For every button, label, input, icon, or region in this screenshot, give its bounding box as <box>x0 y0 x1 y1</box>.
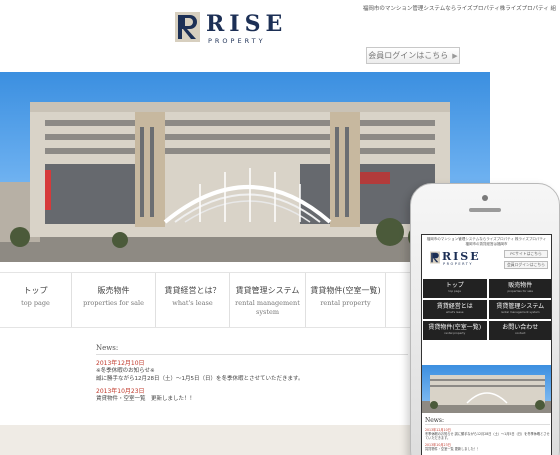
mobile-news-text[interactable]: 賃貸物件・空室一覧 更新しました！！ <box>425 447 550 451</box>
news-section: News: 2013年12月10日 ※冬季休暇のお知らせ※ 誠に勝手ながら12月… <box>96 344 408 403</box>
member-login-label: 会員ログインはこちら <box>368 51 449 60</box>
rise-logo-icon <box>430 251 440 264</box>
mobile-logo[interactable]: RISE PROPERTY <box>430 250 490 270</box>
mobile-menu-contact[interactable]: お問い合わせ contact <box>488 321 551 340</box>
footer-band <box>0 425 420 455</box>
news-line: ※冬季休暇のお知らせ※ <box>96 368 155 374</box>
speaker-icon <box>469 208 501 212</box>
mobile-login-button[interactable]: 会員ログインはこちら <box>504 261 548 269</box>
nav-item-sub: top page <box>21 299 50 307</box>
mobile-menu-sale[interactable]: 販売物件 properties for sale <box>488 279 551 298</box>
nav-item-label: 賃貸経営とは？ <box>164 286 221 295</box>
mobile-news-heading: News: <box>425 417 550 425</box>
mobile-station-illustration <box>422 375 551 413</box>
nav-item-sub: properties for sale <box>83 299 144 307</box>
mobile-menu-sub: what's lease <box>446 310 464 314</box>
mobile-menu-sub: contact <box>515 331 526 335</box>
mobile-menu-sub: top page <box>448 289 461 293</box>
news-line[interactable]: 賃貸物件・空室一覧 更新しました！！ <box>96 395 408 403</box>
mobile-tagline: 福岡市のマンション管理システムならライズプロパティ 株ライズプロパティ 福岡市の… <box>426 237 547 246</box>
play-arrow-icon: ▶ <box>452 51 458 60</box>
rise-logo-icon <box>175 12 200 42</box>
nav-item-sub: rental management system <box>235 299 300 316</box>
news-date: 2013年12月10日 <box>96 360 145 367</box>
mobile-news: News: 2013年12月10日 冬季休暇のお知らせ 誠に勝手ながら12月28… <box>422 417 551 451</box>
news-date: 2013年10月23日 <box>96 388 145 395</box>
pc-site-button[interactable]: PCサイトはこちら <box>504 250 548 258</box>
mobile-menu-sub: properties for sale <box>507 289 534 293</box>
mobile-menu-sub: rental management system <box>500 310 540 314</box>
nav-item-label: 賃貸物件(空室一覧) <box>310 286 381 295</box>
mobile-logo-sub: PROPERTY <box>443 262 474 266</box>
site-logo[interactable]: RISE PROPERTY <box>175 12 325 46</box>
nav-item-lease[interactable]: 賃貸経営とは？ what's lease <box>156 273 230 327</box>
nav-item-label: トップ <box>23 286 48 295</box>
news-heading: News: <box>96 344 408 355</box>
nav-item-label: 賃貸管理システム <box>235 286 300 295</box>
news-line: 誠に勝手ながら12月28日（土）～1月5日（日）を冬季休暇とさせていただきます。 <box>96 376 304 382</box>
site-tagline: 福岡市のマンション管理システムならライズプロパティ株ライズプロパティ 組 <box>362 6 556 12</box>
smartphone-mockup: 福岡市のマンション管理システムならライズプロパティ 株ライズプロパティ 福岡市の… <box>410 183 560 455</box>
nav-item-rental[interactable]: 賃貸物件(空室一覧) rental property <box>306 273 386 327</box>
mobile-menu-lease[interactable]: 賃貸経営とは what's lease <box>423 300 487 319</box>
nav-item-sub: rental property <box>320 299 371 307</box>
logo-sub-text: PROPERTY <box>208 37 266 45</box>
mobile-hero-image <box>422 365 551 413</box>
nav-item-label: 販売物件 <box>97 286 130 295</box>
nav-item-sale[interactable]: 販売物件 properties for sale <box>72 273 156 327</box>
global-nav: トップ top page 販売物件 properties for sale 賃貸… <box>0 272 420 328</box>
mobile-menu-top[interactable]: トップ top page <box>423 279 487 298</box>
logo-main-text: RISE <box>206 11 288 37</box>
member-login-button[interactable]: 会員ログインはこちら ▶ <box>366 47 460 64</box>
mobile-news-text: 冬季休暇のお知らせ 誠に勝手ながら12月28日（土）～1月5日（日）を冬季休暇と… <box>425 432 550 440</box>
nav-item-sub: what's lease <box>172 299 213 307</box>
mobile-menu-sub: rental property <box>444 331 466 335</box>
camera-icon <box>482 195 488 201</box>
mobile-screen: 福岡市のマンション管理システムならライズプロパティ 株ライズプロパティ 福岡市の… <box>421 234 552 455</box>
nav-item-management[interactable]: 賃貸管理システム rental management system <box>230 273 306 327</box>
mobile-menu-management[interactable]: 賃貸管理システム rental management system <box>488 300 551 319</box>
mobile-menu: トップ top page 販売物件 properties for sale 賃貸… <box>422 279 551 340</box>
mobile-menu-rental[interactable]: 賃貸物件(空室一覧) rental property <box>423 321 487 340</box>
nav-item-top[interactable]: トップ top page <box>0 273 72 327</box>
